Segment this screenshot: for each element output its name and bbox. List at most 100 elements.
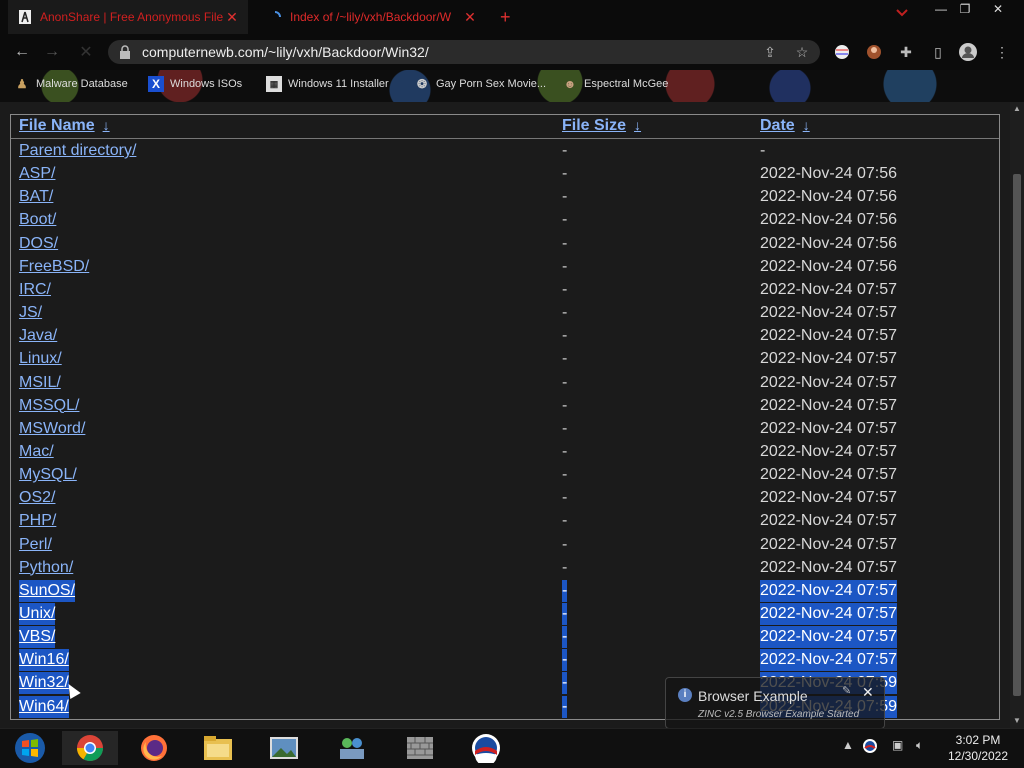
- notification-close-button[interactable]: ✕: [862, 684, 874, 701]
- system-clock[interactable]: 3:02 PM 12/30/2022: [940, 732, 1016, 764]
- file-date-cell: 2022-Nov-24 07:57: [760, 280, 897, 298]
- file-date-cell: 2022-Nov-24 07:56: [760, 234, 897, 252]
- bookmark-label: Malware Database: [36, 78, 128, 90]
- bookmark-windows-11-installer[interactable]: ▦ Windows 11 Installer: [266, 76, 389, 92]
- file-size-cell: -: [562, 234, 568, 252]
- sort-arrow-icon[interactable]: ↓: [803, 117, 810, 133]
- sort-arrow-icon[interactable]: ↓: [634, 117, 641, 133]
- stop-button[interactable]: ✕: [74, 40, 98, 64]
- bookmark-label: Espectral McGee: [584, 78, 669, 90]
- file-name-link[interactable]: Mac/: [19, 441, 54, 463]
- file-name-link[interactable]: IRC/: [19, 279, 51, 301]
- file-name-link[interactable]: Java/: [19, 325, 57, 347]
- file-name-link[interactable]: MSIL/: [19, 372, 61, 394]
- file-name-link[interactable]: JS/: [19, 302, 42, 324]
- file-size-cell: -: [562, 535, 568, 553]
- header-file-name[interactable]: File Name ↓: [19, 117, 110, 135]
- photo-viewer-icon[interactable]: [256, 731, 312, 765]
- tray-obama-icon[interactable]: [862, 738, 878, 757]
- globe-icon: ❂: [416, 77, 428, 91]
- start-icon[interactable]: [2, 731, 58, 765]
- tray-overflow-icon[interactable]: ▲: [842, 738, 854, 752]
- volume-icon[interactable]: 🔈︎: [916, 738, 923, 753]
- file-name-link[interactable]: Win64/: [19, 695, 69, 718]
- file-size-cell: -: [562, 350, 568, 368]
- extensions-puzzle-icon[interactable]: ✚: [896, 42, 916, 62]
- file-name-link[interactable]: ASP/: [19, 163, 55, 185]
- tab-close-icon[interactable]: ✕: [224, 9, 240, 26]
- bookmark-star-icon[interactable]: ☆: [792, 42, 812, 62]
- share-icon[interactable]: ⇪: [760, 42, 780, 62]
- table-row: Boot/ - 2022-Nov-24 07:56: [11, 209, 999, 231]
- file-name-link[interactable]: Win16/: [19, 649, 69, 672]
- menu-kebab-icon[interactable]: ⋮: [992, 42, 1012, 62]
- table-row: Win16/ - 2022-Nov-24 07:57: [11, 649, 999, 672]
- notification-message: ZINC v2.5 Browser Example Started: [698, 709, 860, 720]
- file-name-link[interactable]: DOS/: [19, 233, 58, 255]
- url-text[interactable]: computernewb.com/~lily/vxh/Backdoor/Win3…: [142, 44, 429, 60]
- file-name-link[interactable]: MSWord/: [19, 418, 85, 440]
- tab-index-of[interactable]: Index of /~lily/vxh/Backdoor/W ✕: [258, 0, 486, 34]
- scroll-up-icon[interactable]: ▲: [1012, 104, 1022, 114]
- back-button[interactable]: ←: [10, 40, 34, 64]
- file-name-link[interactable]: MSSQL/: [19, 395, 79, 417]
- network-icon[interactable]: [324, 731, 380, 765]
- header-date[interactable]: Date ↓: [760, 117, 810, 135]
- file-size-cell: -: [562, 373, 568, 391]
- bookmark-windows-isos[interactable]: X Windows ISOs: [148, 76, 242, 92]
- file-explorer-icon[interactable]: [190, 731, 246, 765]
- firefox-icon[interactable]: [126, 731, 182, 765]
- file-name-link[interactable]: FreeBSD/: [19, 256, 89, 278]
- side-panel-icon[interactable]: ▯: [928, 42, 948, 62]
- scroll-down-icon[interactable]: ▼: [1012, 716, 1022, 726]
- file-name-link[interactable]: Win32/: [19, 672, 69, 695]
- file-name-link[interactable]: Unix/: [19, 603, 56, 625]
- file-name-link[interactable]: Linux/: [19, 348, 62, 370]
- bookmark-movie-site[interactable]: ❂ Gay Porn Sex Movie...: [414, 76, 546, 92]
- chrome-icon[interactable]: [62, 731, 118, 765]
- new-tab-button[interactable]: +: [500, 7, 511, 28]
- tab-close-icon[interactable]: ✕: [462, 9, 478, 26]
- extension-avatar-icon[interactable]: [864, 42, 884, 62]
- file-name-link[interactable]: Python/: [19, 557, 73, 579]
- window-close-button[interactable]: ✕: [983, 0, 1013, 18]
- file-name-link[interactable]: Parent directory/: [19, 140, 136, 162]
- file-date-cell: -: [760, 142, 766, 159]
- forward-button[interactable]: →: [40, 40, 64, 64]
- notification-toast[interactable]: i Browser Example ZINC v2.5 Browser Exam…: [665, 677, 885, 729]
- file-size-cell: -: [562, 211, 568, 229]
- scrollbar-thumb[interactable]: [1013, 174, 1021, 696]
- pin-icon[interactable]: ✎: [842, 684, 851, 697]
- file-size-cell: -: [562, 188, 568, 206]
- file-name-link[interactable]: PHP/: [19, 510, 56, 532]
- extension-flag-icon[interactable]: [832, 42, 852, 62]
- tab-anonshare[interactable]: AnonShare | Free Anonymous File ✕: [8, 0, 248, 34]
- file-name-link[interactable]: Boot/: [19, 209, 56, 231]
- file-name-link[interactable]: VBS/: [19, 626, 56, 649]
- obama-icon[interactable]: [458, 731, 514, 765]
- bookmark-espectral-mcgee[interactable]: ☻ Espectral McGee: [562, 76, 669, 92]
- file-name-link[interactable]: MySQL/: [19, 464, 77, 486]
- tab-title: AnonShare | Free Anonymous File: [40, 10, 224, 24]
- file-name-link[interactable]: SunOS/: [19, 579, 76, 602]
- file-size-cell: -: [562, 695, 568, 718]
- table-row: Perl/ - 2022-Nov-24 07:57: [11, 534, 999, 556]
- file-size-cell: -: [562, 512, 568, 530]
- file-name-link[interactable]: BAT/: [19, 186, 53, 208]
- tab-title: Index of /~lily/vxh/Backdoor/W: [290, 10, 452, 24]
- maximize-button[interactable]: ❐: [950, 0, 980, 18]
- bookmark-malware-database[interactable]: ♟ Malware Database: [14, 76, 128, 92]
- file-name-link[interactable]: OS2/: [19, 487, 55, 509]
- sort-arrow-icon[interactable]: ↓: [103, 117, 110, 133]
- firewall-icon[interactable]: [392, 731, 448, 765]
- file-name-link[interactable]: Perl/: [19, 534, 52, 556]
- file-size-cell: -: [562, 142, 568, 159]
- header-file-size[interactable]: File Size ↓: [562, 117, 641, 135]
- network-tray-icon[interactable]: ▣: [892, 738, 903, 752]
- table-row: DOS/ - 2022-Nov-24 07:56: [11, 233, 999, 255]
- profile-avatar-icon[interactable]: [958, 42, 978, 62]
- table-row: JS/ - 2022-Nov-24 07:57: [11, 302, 999, 324]
- tab-search-icon[interactable]: [896, 8, 908, 20]
- clock-date: 12/30/2022: [947, 749, 1009, 763]
- lock-icon[interactable]: [120, 45, 130, 59]
